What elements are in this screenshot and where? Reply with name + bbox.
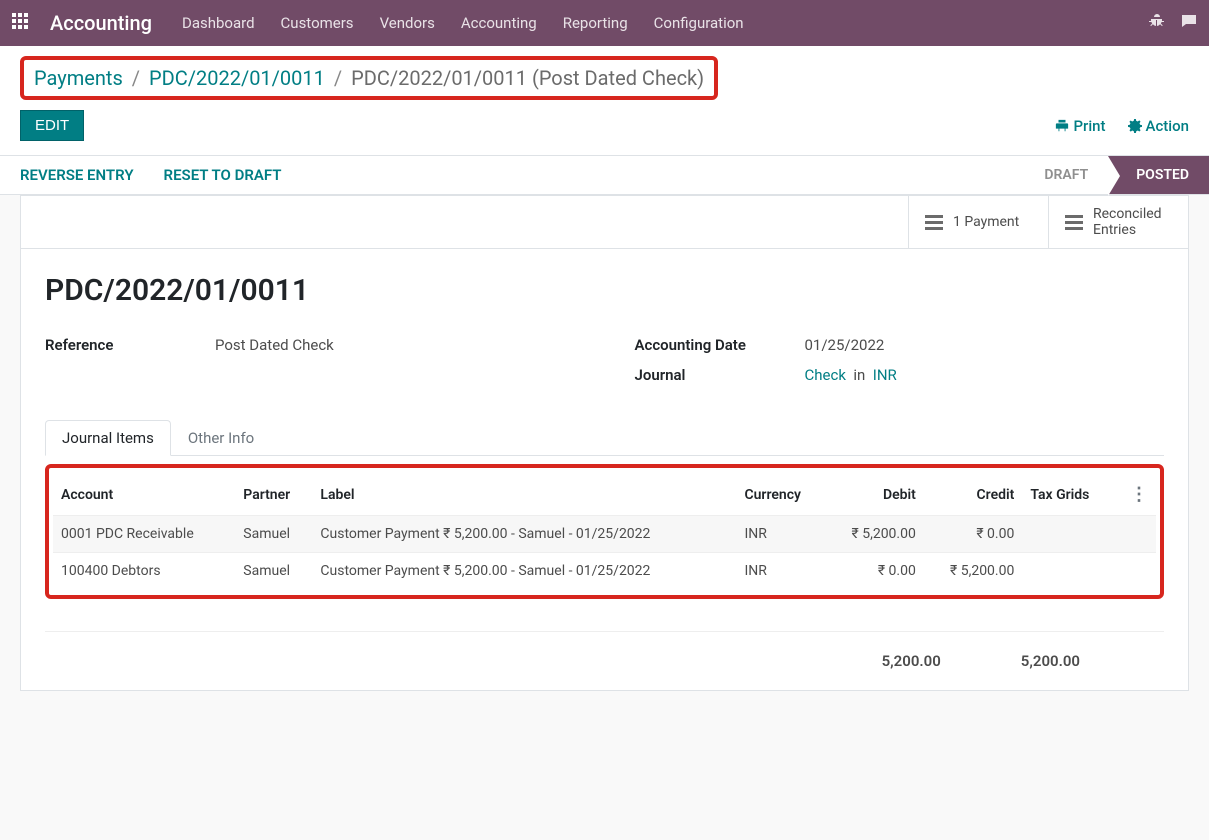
print-button[interactable]: Print — [1055, 117, 1105, 135]
nav-configuration[interactable]: Configuration — [654, 14, 744, 32]
nav-reporting[interactable]: Reporting — [563, 14, 628, 32]
reference-label: Reference — [45, 336, 215, 354]
breadcrumb-current: PDC/2022/01/0011 (Post Dated Check) — [351, 66, 704, 90]
actions-row: EDIT Print Action — [0, 104, 1209, 155]
breadcrumb-payments[interactable]: Payments — [34, 66, 123, 90]
tab-journal-items[interactable]: Journal Items — [45, 420, 171, 456]
reverse-entry-button[interactable]: REVERSE ENTRY — [20, 166, 134, 184]
accounting-date-label: Accounting Date — [635, 336, 805, 354]
topbar: Accounting Dashboard Customers Vendors A… — [0, 0, 1209, 46]
apps-icon[interactable] — [12, 13, 32, 33]
tabs: Journal Items Other Info — [45, 420, 1164, 456]
app-name[interactable]: Accounting — [50, 11, 152, 35]
gear-icon — [1128, 119, 1142, 133]
stat-reconciled[interactable]: Reconciled Entries — [1048, 196, 1188, 248]
action-button[interactable]: Action — [1128, 117, 1189, 135]
list-icon — [925, 215, 943, 230]
record-title: PDC/2022/01/0011 — [45, 273, 1164, 308]
form-sheet: 1 Payment Reconciled Entries PDC/2022/01… — [20, 195, 1189, 691]
tab-other-info[interactable]: Other Info — [171, 420, 271, 456]
th-currency[interactable]: Currency — [736, 474, 825, 516]
total-debit: 5,200.00 — [882, 652, 941, 670]
journal-value: Check in INR — [805, 366, 897, 384]
th-label[interactable]: Label — [312, 474, 736, 516]
th-partner[interactable]: Partner — [235, 474, 312, 516]
th-taxgrids[interactable]: Tax Grids — [1022, 474, 1114, 516]
list-icon — [1065, 215, 1083, 230]
journal-label: Journal — [635, 366, 805, 384]
journal-currency-link[interactable]: INR — [873, 366, 897, 384]
th-credit[interactable]: Credit — [924, 474, 1023, 516]
nav-accounting[interactable]: Accounting — [461, 14, 537, 32]
print-icon — [1055, 119, 1069, 133]
th-debit[interactable]: Debit — [825, 474, 924, 516]
journal-items-highlight: Account Partner Label Currency Debit Cre… — [45, 464, 1164, 599]
main-nav: Dashboard Customers Vendors Accounting R… — [182, 14, 744, 32]
nav-vendors[interactable]: Vendors — [380, 14, 435, 32]
columns-menu-icon[interactable]: ⋮ — [1130, 484, 1148, 505]
stat-payment[interactable]: 1 Payment — [908, 196, 1048, 248]
reset-draft-button[interactable]: RESET TO DRAFT — [164, 166, 282, 184]
status-draft[interactable]: DRAFT — [1024, 156, 1108, 194]
nav-dashboard[interactable]: Dashboard — [182, 14, 255, 32]
breadcrumb-highlight: Payments / PDC/2022/01/0011 / PDC/2022/0… — [20, 56, 718, 100]
nav-customers[interactable]: Customers — [281, 14, 354, 32]
chat-icon[interactable] — [1181, 13, 1197, 33]
table-row[interactable]: 0001 PDC Receivable Samuel Customer Paym… — [53, 516, 1156, 553]
edit-button[interactable]: EDIT — [20, 110, 84, 141]
breadcrumb-row: Payments / PDC/2022/01/0011 / PDC/2022/0… — [0, 46, 1209, 104]
bug-icon[interactable] — [1149, 13, 1165, 33]
accounting-date-value: 01/25/2022 — [805, 336, 885, 354]
total-credit: 5,200.00 — [1021, 652, 1080, 670]
status-posted[interactable]: POSTED — [1108, 156, 1209, 194]
totals-row: 5,200.00 5,200.00 — [45, 631, 1164, 690]
breadcrumb-record[interactable]: PDC/2022/01/0011 — [149, 66, 325, 90]
statusbar: REVERSE ENTRY RESET TO DRAFT DRAFT POSTE… — [0, 155, 1209, 195]
journal-items-table: Account Partner Label Currency Debit Cre… — [53, 474, 1156, 589]
journal-link[interactable]: Check — [805, 366, 846, 384]
table-row[interactable]: 100400 Debtors Samuel Customer Payment ₹… — [53, 553, 1156, 590]
breadcrumb: Payments / PDC/2022/01/0011 / PDC/2022/0… — [34, 66, 704, 90]
stat-buttons: 1 Payment Reconciled Entries — [21, 196, 1188, 249]
th-account[interactable]: Account — [53, 474, 235, 516]
reference-value: Post Dated Check — [215, 336, 334, 354]
